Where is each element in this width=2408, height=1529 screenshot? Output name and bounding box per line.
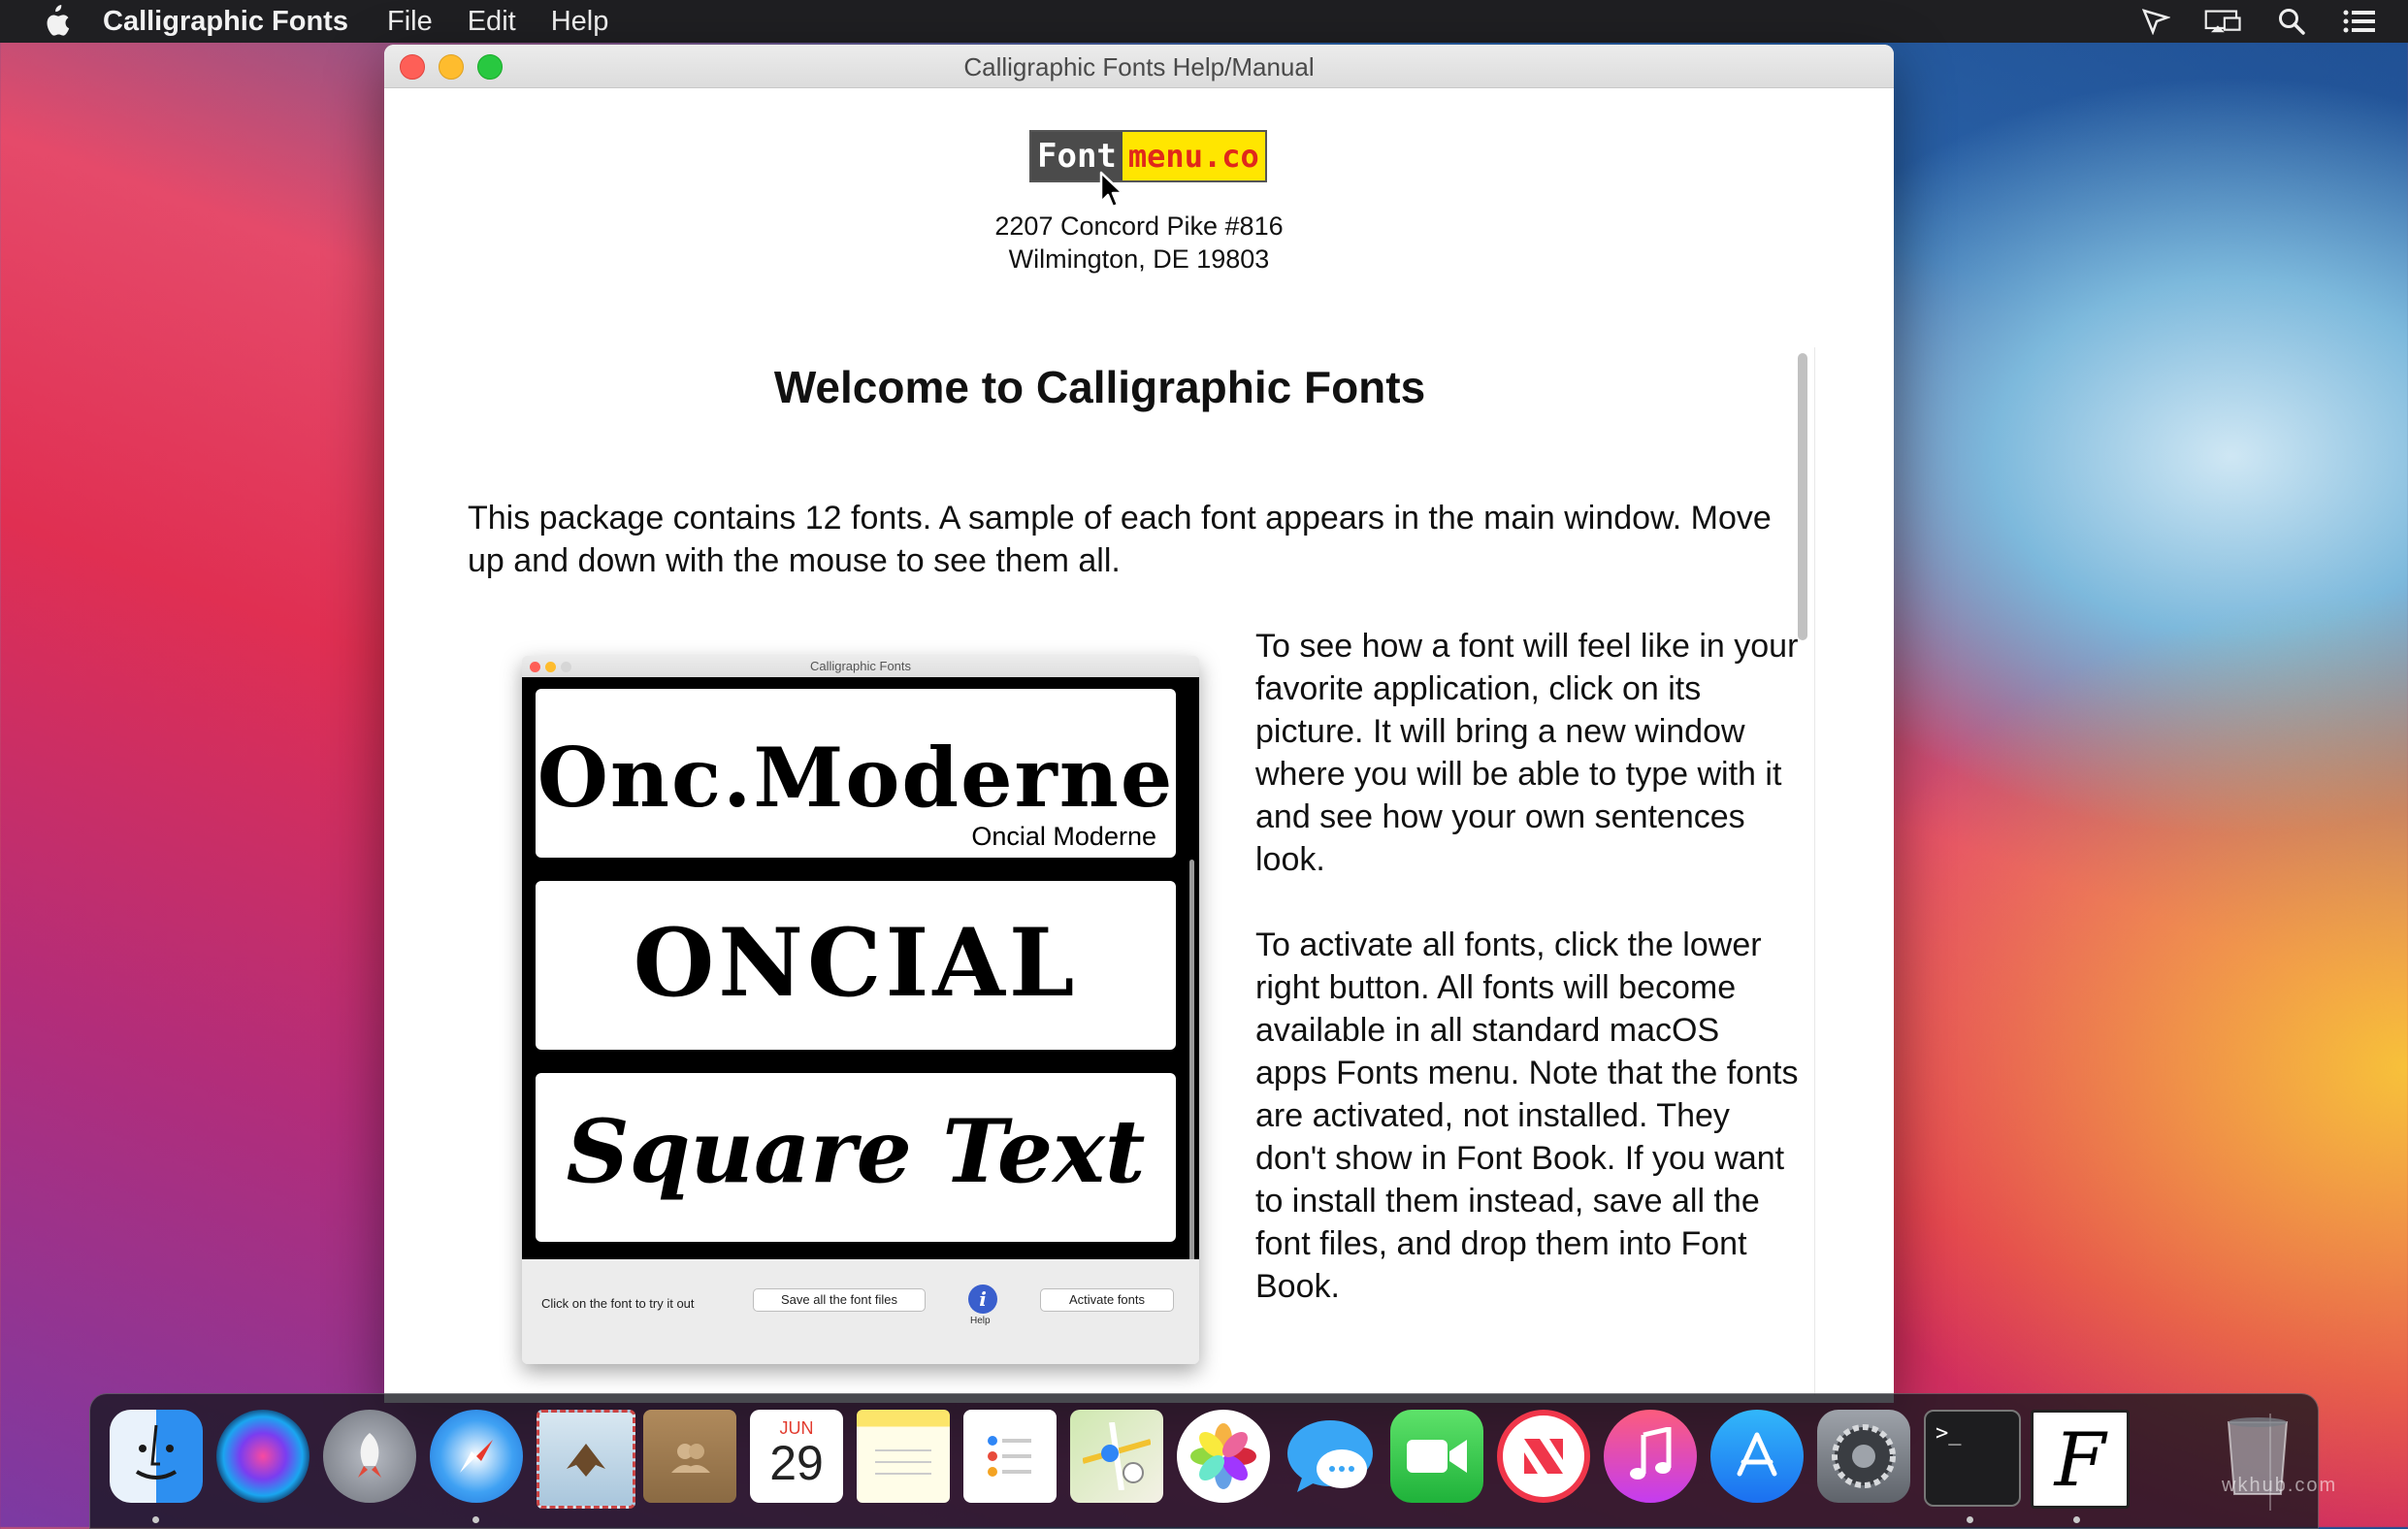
safari-icon[interactable] — [430, 1410, 523, 1503]
font-card-oncial: ONCIAL — [536, 881, 1176, 1050]
notes-icon[interactable] — [857, 1410, 950, 1503]
screenshot-title: Calligraphic Fonts — [809, 659, 912, 673]
app-store-icon[interactable] — [1710, 1410, 1804, 1503]
logo-part-menu: menu.co — [1122, 132, 1265, 180]
app-screenshot-image: Calligraphic Fonts Onc.Moderne Oncial Mo… — [522, 656, 1199, 1364]
running-indicator — [472, 1516, 479, 1523]
screenshot-bottom-bar: Click on the font to try it out Save all… — [522, 1259, 1199, 1364]
scrollbar-thumb[interactable] — [1798, 353, 1807, 640]
calendar-icon[interactable]: JUN 29 — [750, 1410, 843, 1503]
font-card-square-text: Square Text — [536, 1073, 1176, 1242]
save-font-files-button: Save all the font files — [753, 1288, 926, 1312]
news-icon[interactable] — [1497, 1410, 1590, 1503]
font-sample: ONCIAL — [633, 908, 1079, 1018]
help-info-icon: i — [968, 1285, 997, 1314]
spotlight-search-icon[interactable] — [2272, 7, 2311, 36]
maps-icon[interactable] — [1070, 1410, 1163, 1503]
help-label: Help — [970, 1316, 991, 1326]
music-icon[interactable] — [1604, 1410, 1697, 1503]
font-card-oncial-moderne: Onc.Moderne Oncial Moderne — [536, 689, 1176, 858]
facetime-icon[interactable] — [1390, 1410, 1483, 1503]
fonts-app-glyph: F — [2054, 1415, 2106, 1503]
font-sample: Square Text — [566, 1100, 1146, 1203]
intro-paragraph: This package contains 12 fonts. A sample… — [468, 500, 1772, 579]
menu-bar: Calligraphic Fonts File Edit Help — [0, 0, 2408, 43]
tryout-paragraph: To see how a font will feel like in your… — [1255, 628, 1799, 878]
mail-icon[interactable] — [537, 1410, 635, 1509]
font-caption: Oncial Moderne — [971, 822, 1156, 851]
pointer-tool-icon[interactable] — [2136, 7, 2175, 36]
mouse-cursor-icon — [1099, 171, 1124, 209]
apple-logo-icon[interactable] — [39, 4, 70, 39]
calendar-day: 29 — [769, 1435, 824, 1490]
help-window: Calligraphic Fonts Help/Manual Font menu… — [384, 45, 1894, 1403]
terminal-prompt: >_ — [1936, 1421, 1962, 1446]
running-indicator — [152, 1516, 159, 1523]
scrollbar-track — [1814, 347, 1815, 1395]
menu-help[interactable]: Help — [551, 6, 609, 38]
dock: JUN 29 >_ F — [89, 1393, 2319, 1529]
finder-icon[interactable] — [110, 1410, 203, 1503]
photos-icon[interactable] — [1177, 1410, 1270, 1503]
page-heading: Welcome to Calligraphic Fonts — [773, 362, 1426, 412]
fontmenu-logo[interactable]: Font menu.co — [1029, 130, 1267, 182]
font-list: Onc.Moderne Oncial Moderne ONCIAL Square… — [522, 677, 1199, 1259]
contacts-icon[interactable] — [643, 1410, 736, 1503]
terminal-icon[interactable]: >_ — [1924, 1410, 2021, 1507]
screenshot-scrollbar — [1189, 860, 1194, 1267]
menu-app-name[interactable]: Calligraphic Fonts — [103, 6, 348, 38]
calligraphic-fonts-app-icon[interactable]: F — [2031, 1410, 2130, 1509]
launchpad-icon[interactable] — [323, 1410, 416, 1503]
notification-center-icon[interactable] — [2340, 7, 2379, 36]
window-titlebar[interactable]: Calligraphic Fonts Help/Manual — [384, 45, 1894, 88]
messages-icon[interactable] — [1284, 1410, 1377, 1503]
running-indicator — [2073, 1516, 2080, 1523]
system-preferences-icon[interactable] — [1817, 1410, 1910, 1503]
window-scrollbar[interactable] — [1795, 347, 1815, 1395]
window-title: Calligraphic Fonts Help/Manual — [963, 52, 1315, 81]
font-sample: Onc.Moderne — [537, 730, 1175, 826]
watermark-text: wkhub.com — [2222, 1475, 2338, 1496]
address-line-2: Wilmington, DE 19803 — [1008, 244, 1270, 274]
menu-edit[interactable]: Edit — [468, 6, 516, 38]
screenshot-hint: Click on the font to try it out — [541, 1296, 695, 1311]
running-indicator — [1967, 1516, 1973, 1523]
activate-paragraph: To activate all fonts, click the lower r… — [1255, 927, 1799, 1305]
reminders-icon[interactable] — [963, 1410, 1057, 1503]
screen-mirroring-icon[interactable] — [2204, 7, 2243, 36]
siri-icon[interactable] — [216, 1410, 309, 1503]
activate-fonts-button: Activate fonts — [1040, 1288, 1174, 1312]
address-line-1: 2207 Concord Pike #816 — [994, 211, 1284, 241]
screenshot-titlebar: Calligraphic Fonts — [522, 656, 1199, 677]
menu-file[interactable]: File — [387, 6, 433, 38]
